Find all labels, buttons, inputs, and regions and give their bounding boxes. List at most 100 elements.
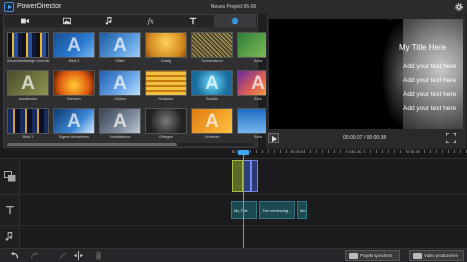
library-item-label: Rollladen — [158, 97, 174, 101]
ruler-tick — [448, 150, 449, 153]
track-separator — [0, 194, 467, 195]
tab-video[interactable] — [4, 15, 46, 27]
preview-title-text: My Title Here — [399, 43, 447, 52]
video-clip[interactable] — [243, 160, 251, 192]
library-item[interactable]: Rötegen — [145, 108, 187, 144]
library-item[interactable]: Schachbrettartige verschle... — [7, 32, 49, 68]
title-bar: PowerDirector Neues Projekt 06-06 — [0, 0, 467, 14]
ruler-tick — [232, 150, 233, 153]
library-item[interactable]: Rollladen — [145, 70, 187, 106]
library-item[interactable]: Brennen — [53, 70, 95, 106]
library-item-label: Goldig — [160, 59, 172, 63]
library-item[interactable]: A Glitter — [99, 32, 141, 68]
ruler-tick — [364, 150, 365, 153]
tab-titles[interactable] — [172, 15, 214, 27]
save-project-button[interactable]: Projekt speichern — [345, 250, 400, 261]
library-item-label: Glitter — [115, 59, 125, 63]
split-trim-icon[interactable] — [74, 251, 83, 260]
gear-icon[interactable] — [454, 2, 464, 12]
ruler-tick — [250, 150, 251, 153]
ruler-tick — [292, 150, 293, 153]
library-item-thumbnail: A — [7, 70, 49, 96]
video-track-header[interactable] — [0, 160, 20, 194]
thumbnail-letter-graphic: A — [113, 73, 127, 94]
library-item[interactable]: Goldig — [145, 32, 187, 68]
library-item-thumbnail — [145, 70, 187, 96]
library-item[interactable]: Schneesturm — [191, 32, 233, 68]
ruler-tick — [454, 150, 455, 153]
timeline-ruler[interactable]: 00:00:00 00:00:30 00:01:00 00:01:30 — [0, 150, 467, 159]
delete-icon[interactable] — [94, 251, 103, 260]
library-item-label: Schalte — [206, 97, 218, 101]
ruler-tick — [394, 150, 395, 153]
preview-screen: My Title Here Add your text here Add you… — [269, 19, 463, 129]
thumbnail-letter-graphic: A — [113, 35, 127, 56]
library-scroll-thumb[interactable] — [7, 143, 177, 146]
title-clip[interactable]: The continuing... — [259, 201, 295, 219]
fullscreen-icon[interactable] — [446, 133, 456, 143]
thumbnail-letter-graphic: A — [67, 35, 81, 56]
library-item-thumbnail: A — [99, 32, 141, 58]
library-item-thumbnail — [7, 108, 49, 134]
ruler-tick — [304, 150, 305, 153]
library-item-label: Kristallsterne — [109, 135, 131, 139]
tab-music[interactable] — [88, 15, 130, 27]
library-item[interactable]: A Glühen — [99, 70, 141, 106]
ruler-tick — [418, 150, 419, 153]
text-title-icon — [189, 17, 197, 25]
thumbnail-letter-graphic: A — [21, 73, 35, 94]
library-item-thumbnail: A — [99, 108, 141, 134]
redo-icon[interactable] — [30, 251, 39, 260]
library-item[interactable]: A Eigene Aufnahmen — [53, 108, 95, 144]
preview-text-line: Add your text here — [403, 91, 457, 98]
library-item-label: Eigene Aufnahmen — [58, 135, 90, 139]
preview-text-line: Add your text here — [403, 77, 457, 84]
music-track-header[interactable] — [0, 226, 20, 248]
ruler-tick — [310, 150, 311, 153]
produce-icon — [413, 253, 422, 259]
playhead[interactable] — [243, 152, 244, 248]
library-item[interactable]: A Schalte — [191, 70, 233, 106]
ruler-tick — [274, 150, 275, 153]
library-item[interactable]: A Kristallsterne — [99, 108, 141, 144]
title-track-header[interactable] — [0, 195, 20, 225]
ruler-tick — [442, 150, 443, 153]
edit-pencil-icon[interactable] — [58, 251, 67, 260]
library-item-thumbnail — [145, 108, 187, 134]
thumbnail-letter-graphic: A — [205, 111, 219, 132]
thumbnail-letter-graphic: A — [113, 111, 127, 132]
svg-text:fx: fx — [147, 17, 154, 25]
ruler-tick — [352, 150, 353, 153]
video-clip[interactable] — [232, 160, 243, 192]
tab-image[interactable] — [46, 15, 88, 27]
timecode: 00:00:07 / 00:00:38 — [343, 135, 387, 141]
curtain-edge — [381, 19, 403, 129]
ruler-tick — [316, 150, 317, 153]
title-clip[interactable]: My Title — [231, 201, 257, 219]
library-item-thumbnail: A — [53, 32, 95, 58]
ruler-tick — [400, 150, 401, 153]
title-clip[interactable]: Mo — [297, 201, 307, 219]
ruler-tick — [388, 150, 389, 153]
ruler-tick — [358, 150, 359, 153]
library-scrollbar[interactable] — [7, 143, 253, 146]
ruler-tick — [334, 150, 335, 153]
library-item[interactable]: A Schrecke — [191, 108, 233, 144]
video-camera-icon — [21, 18, 29, 24]
video-track-icon — [4, 171, 16, 182]
fx-icon: fx — [147, 17, 154, 25]
produce-video-button[interactable]: Video produzieren — [409, 250, 464, 261]
library-item[interactable]: Blink 1 — [7, 108, 49, 144]
tab-particles[interactable] — [214, 15, 256, 27]
tab-effects[interactable]: fx — [130, 15, 172, 27]
ruler-tick — [412, 150, 413, 153]
save-project-label: Projekt speichern — [360, 253, 393, 258]
video-clip[interactable] — [251, 160, 258, 192]
library-item-thumbnail — [145, 32, 187, 58]
undo-icon[interactable] — [10, 251, 19, 260]
library-item[interactable]: A Blink 2 — [53, 32, 95, 68]
play-button[interactable] — [268, 133, 279, 143]
media-library-panel: fx Schachbrettartige verschle... A Blink 2… — [3, 14, 279, 148]
library-item[interactable]: A Ausblenden — [7, 70, 49, 106]
library-item-label: Brennen — [67, 97, 81, 101]
